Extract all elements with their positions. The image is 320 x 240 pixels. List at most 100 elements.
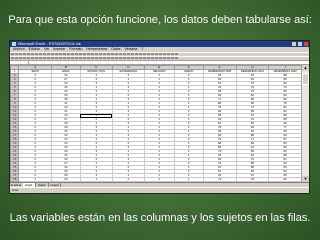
- menu-item[interactable]: Archivo: [13, 47, 25, 51]
- toolbar-button-icon[interactable]: [175, 57, 178, 59]
- toolbar-button-icon[interactable]: [55, 57, 58, 59]
- scroll-up-icon[interactable]: ▲: [302, 65, 309, 71]
- menu-item[interactable]: Insertar: [53, 47, 65, 51]
- toolbar-button-icon[interactable]: [55, 53, 58, 55]
- toolbar-button-icon[interactable]: [119, 57, 122, 59]
- toolbar-button-icon[interactable]: [115, 53, 118, 55]
- menu-item[interactable]: Formato: [69, 47, 82, 51]
- toolbar-button-icon[interactable]: [79, 57, 82, 59]
- toolbar-button-icon[interactable]: [135, 53, 138, 55]
- toolbar-button-icon[interactable]: [19, 57, 22, 59]
- toolbar-button-icon[interactable]: [31, 57, 34, 59]
- toolbar-button-icon[interactable]: [11, 57, 14, 59]
- toolbar-button-icon[interactable]: [63, 53, 66, 55]
- toolbar-button-icon[interactable]: [167, 57, 170, 59]
- menu-item[interactable]: Datos: [111, 47, 120, 51]
- toolbar-button-icon[interactable]: [75, 53, 78, 55]
- toolbar-button-icon[interactable]: [163, 53, 166, 55]
- toolbar-button-icon[interactable]: [139, 53, 142, 55]
- toolbar-button-icon[interactable]: [11, 53, 14, 55]
- toolbar-button-icon[interactable]: [107, 53, 110, 55]
- toolbar-button-icon[interactable]: [67, 53, 70, 55]
- close-icon[interactable]: [304, 42, 308, 46]
- toolbar-button-icon[interactable]: [159, 57, 162, 59]
- toolbar-button-icon[interactable]: [67, 57, 70, 59]
- toolbar-button-icon[interactable]: [43, 53, 46, 55]
- toolbar-button-icon[interactable]: [171, 53, 174, 55]
- variable-header-cell[interactable]: DESEMPEÑO 2002: [268, 69, 302, 74]
- toolbar-button-icon[interactable]: [143, 53, 146, 55]
- toolbar-button-icon[interactable]: [131, 53, 134, 55]
- toolbar-button-icon[interactable]: [139, 57, 142, 59]
- minimize-icon[interactable]: [291, 42, 296, 46]
- toolbar-button-icon[interactable]: [151, 57, 154, 59]
- toolbar-button-icon[interactable]: [35, 53, 38, 55]
- toolbar-button-icon[interactable]: [63, 57, 66, 59]
- toolbar-button-icon[interactable]: [103, 57, 106, 59]
- variable-header-cell[interactable]: DESEMPEÑO 2001: [235, 69, 270, 74]
- toolbar-button-icon[interactable]: [127, 53, 130, 55]
- toolbar-button-icon[interactable]: [47, 57, 50, 59]
- toolbar-button-icon[interactable]: [91, 57, 94, 59]
- toolbar-button-icon[interactable]: [35, 57, 38, 59]
- toolbar-button-icon[interactable]: [147, 53, 150, 55]
- menu-item[interactable]: Ventana: [125, 47, 138, 51]
- toolbar-button-icon[interactable]: [99, 57, 102, 59]
- toolbar-button-icon[interactable]: [111, 53, 114, 55]
- toolbar-button-icon[interactable]: [111, 57, 114, 59]
- menu-item[interactable]: ?: [141, 47, 143, 51]
- toolbar-button-icon[interactable]: [51, 53, 54, 55]
- toolbar-button-icon[interactable]: [175, 53, 178, 55]
- toolbar-button-icon[interactable]: [23, 57, 26, 59]
- toolbar-button-icon[interactable]: [31, 53, 34, 55]
- toolbar-button-icon[interactable]: [79, 53, 82, 55]
- toolbar-button-icon[interactable]: [75, 57, 78, 59]
- toolbar-button-icon[interactable]: [99, 53, 102, 55]
- toolbar-button-icon[interactable]: [27, 53, 30, 55]
- toolbar-button-icon[interactable]: [155, 57, 158, 59]
- toolbar-button-icon[interactable]: [115, 57, 118, 59]
- menu-item[interactable]: Ver: [44, 47, 49, 51]
- toolbar-button-icon[interactable]: [119, 53, 122, 55]
- toolbar-button-icon[interactable]: [95, 57, 98, 59]
- toolbar-button-icon[interactable]: [103, 53, 106, 55]
- toolbar-button-icon[interactable]: [91, 53, 94, 55]
- variable-header-cell[interactable]: DESEMPEÑO 2000: [202, 69, 237, 74]
- toolbar-button-icon[interactable]: [147, 57, 150, 59]
- toolbar-button-icon[interactable]: [123, 57, 126, 59]
- toolbar-button-icon[interactable]: [39, 57, 42, 59]
- toolbar-button-icon[interactable]: [151, 53, 154, 55]
- toolbar-button-icon[interactable]: [83, 57, 86, 59]
- toolbar-button-icon[interactable]: [135, 57, 138, 59]
- toolbar-button-icon[interactable]: [59, 57, 62, 59]
- name-box[interactable]: [10, 61, 29, 64]
- toolbar-button-icon[interactable]: [155, 53, 158, 55]
- maximize-icon[interactable]: [297, 42, 302, 46]
- toolbar-button-icon[interactable]: [87, 57, 90, 59]
- toolbar-button-icon[interactable]: [87, 53, 90, 55]
- scroll-thumb[interactable]: [302, 73, 309, 85]
- toolbar-button-icon[interactable]: [59, 53, 62, 55]
- toolbar-button-icon[interactable]: [123, 53, 126, 55]
- vertical-scrollbar[interactable]: ▲ ▼: [301, 65, 309, 182]
- toolbar-button-icon[interactable]: [167, 53, 170, 55]
- toolbar-button-icon[interactable]: [71, 57, 74, 59]
- toolbar-button-icon[interactable]: [127, 57, 130, 59]
- toolbar-button-icon[interactable]: [39, 53, 42, 55]
- toolbar-button-icon[interactable]: [19, 53, 22, 55]
- toolbar-button-icon[interactable]: [95, 53, 98, 55]
- toolbar-button-icon[interactable]: [15, 57, 18, 59]
- toolbar-button-icon[interactable]: [159, 53, 162, 55]
- toolbar-button-icon[interactable]: [171, 57, 174, 59]
- toolbar-button-icon[interactable]: [71, 53, 74, 55]
- toolbar-button-icon[interactable]: [107, 57, 110, 59]
- toolbar-button-icon[interactable]: [23, 53, 26, 55]
- toolbar-button-icon[interactable]: [131, 57, 134, 59]
- toolbar-button-icon[interactable]: [15, 53, 18, 55]
- toolbar-button-icon[interactable]: [51, 57, 54, 59]
- menu-item[interactable]: Edición: [29, 47, 40, 51]
- toolbar-button-icon[interactable]: [43, 57, 46, 59]
- toolbar-button-icon[interactable]: [27, 57, 30, 59]
- menu-item[interactable]: Herramientas: [86, 47, 107, 51]
- toolbar-button-icon[interactable]: [83, 53, 86, 55]
